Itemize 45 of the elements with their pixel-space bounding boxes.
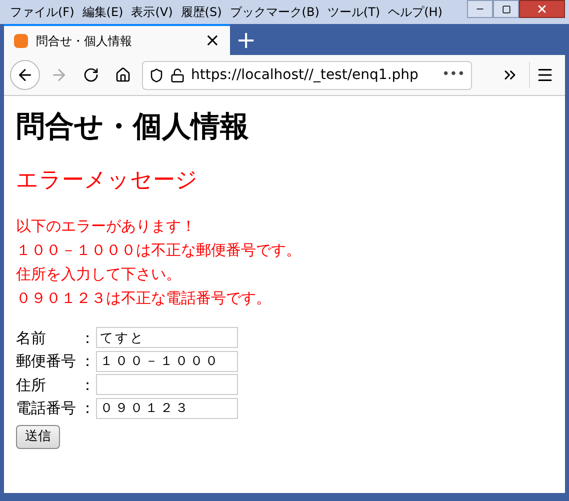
error-message: 住所を入力して下さい。 (16, 264, 182, 285)
close-button[interactable] (519, 0, 565, 18)
field-label: 名前 (16, 328, 47, 348)
maximize-icon (502, 4, 510, 14)
address-bar[interactable]: https://localhost//_test/enq1.php ••• (142, 60, 472, 90)
browser-tab[interactable]: 問合せ・個人情報 × (4, 24, 230, 55)
close-icon (536, 3, 548, 15)
favicon-icon (14, 34, 28, 48)
shield-icon (149, 68, 164, 82)
menu-item[interactable]: ブックマーク(B) (230, 3, 320, 21)
menu-item[interactable]: ファイル(F) (10, 3, 74, 21)
home-icon (115, 67, 131, 83)
tab-close-button[interactable]: × (204, 32, 220, 50)
error-message: ０９０１２３は不正な電話番号です。 (16, 288, 272, 309)
field-label: 住所 (16, 374, 47, 396)
url-text: https://localhost//_test/enq1.php (191, 66, 420, 84)
page-actions-button[interactable]: ••• (442, 65, 465, 85)
text-field[interactable]: てすと (96, 327, 238, 348)
field-label: 電話番号 (16, 398, 77, 419)
field-separator: ： (80, 328, 96, 348)
new-tab-button[interactable]: + (230, 24, 262, 55)
menu-item[interactable]: 表示(V) (131, 3, 173, 21)
menu-icon (536, 66, 554, 84)
tab-title: 問合せ・個人情報 (36, 32, 133, 50)
field-separator: ： (80, 374, 96, 396)
text-field[interactable]: １００－１０００ (96, 350, 238, 372)
field-label: 郵便番号 (16, 351, 77, 372)
menu-item[interactable]: ヘルプ(H) (388, 3, 442, 21)
error-message: 以下のエラーがあります！ (16, 216, 197, 237)
unlocked-icon (170, 68, 185, 82)
menu-item[interactable]: 履歴(S) (180, 3, 222, 21)
submit-button[interactable]: 送信 (16, 424, 60, 449)
text-field[interactable] (96, 374, 238, 396)
error-message: １００－１０００は不正な郵便番号です。 (16, 240, 302, 261)
reload-icon (83, 67, 99, 83)
menu-item[interactable]: ツール(T) (327, 3, 380, 21)
back-button[interactable] (10, 60, 40, 90)
page-heading: 問合せ・個人情報 (16, 108, 250, 145)
maximize-button[interactable] (493, 0, 519, 18)
text-field[interactable]: ０９０１２３ (96, 398, 238, 419)
field-separator: ： (80, 351, 96, 372)
field-separator: ： (80, 398, 96, 419)
menu-item[interactable]: 編集(E) (82, 3, 124, 21)
error-heading: エラーメッセージ (16, 167, 199, 195)
forward-arrow-icon (50, 66, 68, 84)
